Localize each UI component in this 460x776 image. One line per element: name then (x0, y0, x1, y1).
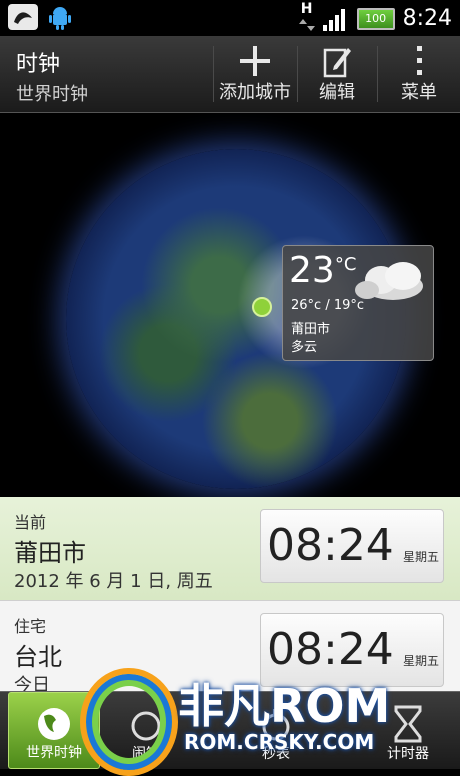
globe-icon (38, 708, 70, 740)
menu-button[interactable]: 菜单 (378, 36, 460, 112)
world-globe-view[interactable]: 23°C 26°c / 19°c 莆田市 多云 (0, 113, 460, 497)
tab-world-clock[interactable]: 世界时钟 (8, 692, 100, 769)
add-city-button[interactable]: 添加城市 (214, 36, 296, 112)
tab-timer[interactable]: 计时器 (362, 692, 454, 769)
tab-stopwatch-label: 秒表 (262, 746, 290, 762)
edit-icon (323, 48, 351, 78)
data-arrows-icon (298, 19, 315, 31)
current-temperature: 23°C (289, 250, 356, 291)
app-title: 时钟 (16, 52, 61, 77)
app-header: 时钟 世界时钟 添加城市 编辑 菜单 (0, 36, 460, 113)
city-location-marker[interactable] (252, 297, 272, 317)
home-city-card[interactable]: 住宅 台北 今日 08:24 星期五 (0, 601, 460, 696)
tab-alarm-label: 闹钟 (132, 746, 160, 762)
add-city-label: 添加城市 (219, 82, 291, 103)
temperature-range: 26°c / 19°c (291, 298, 365, 313)
weather-popup[interactable]: 23°C 26°c / 19°c 莆田市 多云 (282, 245, 434, 361)
weather-condition: 多云 (291, 340, 318, 355)
current-clock: 08:24 星期五 (260, 509, 444, 583)
status-bar: H 100 8:24 (0, 0, 460, 36)
battery-level: 100 (365, 11, 387, 25)
tab-world-clock-label: 世界时钟 (26, 745, 82, 761)
hourglass-icon (394, 705, 422, 743)
tab-alarm[interactable]: 闹钟 (100, 692, 192, 769)
android-debug-icon (46, 4, 74, 32)
signal-strength-icon (322, 8, 345, 31)
current-label: 当前 (14, 513, 47, 532)
current-city-card[interactable]: 当前 莆田市 2012 年 6 月 1 日, 周五 08:24 星期五 (0, 497, 460, 601)
edit-label: 编辑 (319, 82, 355, 103)
notification-icons (8, 4, 74, 32)
system-icons: H 100 8:24 (298, 1, 452, 35)
network-type-indicator: H (298, 1, 315, 35)
menu-label: 菜单 (401, 82, 437, 103)
battery-icon: 100 (356, 7, 395, 30)
home-weekday: 星期五 (402, 654, 439, 668)
current-date: 2012 年 6 月 1 日, 周五 (14, 571, 213, 592)
status-time: 8:24 (402, 6, 452, 31)
cloudy-weather-icon (355, 262, 423, 300)
home-city-name: 台北 (14, 643, 62, 671)
bottom-tab-bar: 世界时钟 闹钟 秒表 计时器 (0, 691, 460, 769)
weather-city: 莆田市 (291, 322, 331, 337)
plus-icon (240, 46, 270, 76)
tab-stopwatch[interactable]: 秒表 (230, 692, 322, 769)
overflow-menu-icon (417, 46, 422, 75)
temperature-value: 23 (289, 250, 335, 291)
tab-timer-label: 计时器 (387, 746, 429, 762)
home-clock: 08:24 星期五 (260, 613, 444, 687)
network-type-label: H (300, 1, 313, 17)
edit-button[interactable]: 编辑 (298, 36, 376, 112)
current-city-name: 莆田市 (14, 539, 86, 567)
alarm-clock-icon (131, 711, 161, 741)
home-time: 08:24 (267, 624, 394, 675)
page-subtitle: 世界时钟 (16, 84, 88, 105)
app-notification-icon (8, 4, 38, 30)
stopwatch-icon (262, 709, 290, 741)
current-weekday: 星期五 (402, 550, 439, 564)
home-label: 住宅 (14, 617, 47, 636)
current-time: 08:24 (267, 520, 394, 571)
